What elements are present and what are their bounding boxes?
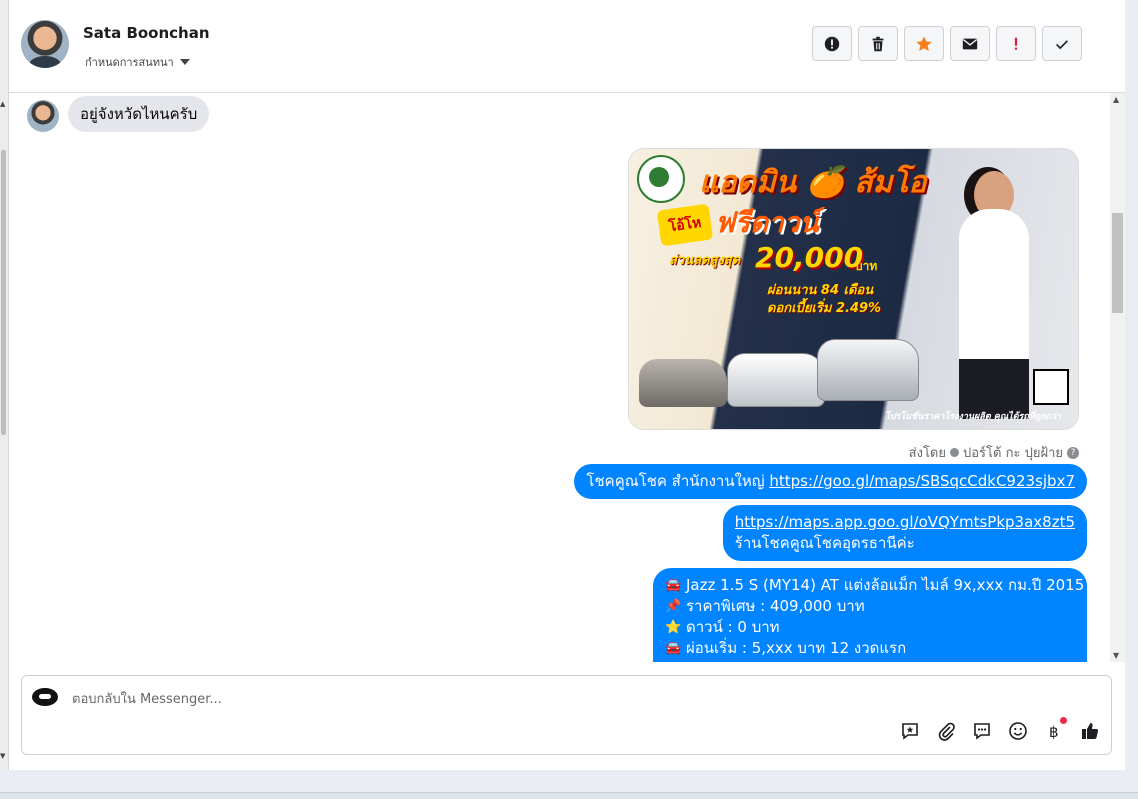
scroll-down-arrow-icon[interactable]: ▼	[1113, 651, 1119, 660]
car-detail-text: ดาวน์ : 0 บาท	[686, 618, 780, 636]
car-icon: 🚘	[665, 578, 682, 593]
car-detail-line: ⭐ ดาวน์ : 0 บาท	[665, 617, 1075, 638]
scroll-up-arrow-icon[interactable]: ▲	[1113, 95, 1119, 104]
like-button[interactable]	[1079, 720, 1101, 742]
star-emoji-icon: ⭐	[665, 620, 682, 635]
saved-reply-button[interactable]	[899, 720, 921, 742]
notification-dot	[1060, 717, 1067, 724]
message-text: ร้านโชคคูณโชคอุดรธานีค่ะ	[734, 534, 915, 552]
thread-scrollbar-thumb[interactable]	[1112, 213, 1123, 313]
alert-circle-icon	[824, 36, 840, 51]
mark-unread-button[interactable]	[950, 26, 990, 61]
promo-car-white-pickup	[727, 353, 825, 407]
emoji-button[interactable]	[1007, 720, 1029, 742]
svg-text:฿: ฿	[1049, 723, 1059, 741]
outgoing-car-details-bubble[interactable]: 🚘 Jazz 1.5 S (MY14) AT แต่งล้อแม็ก ไมล์ 9…	[653, 568, 1087, 662]
message-link[interactable]: https://maps.app.goo.gl/oVQYmtsPkp3ax8zt…	[735, 513, 1075, 531]
car-icon: 🚘	[665, 641, 682, 656]
quick-reply-button[interactable]	[971, 720, 993, 742]
delete-button[interactable]	[858, 26, 898, 61]
outgoing-message-bubble[interactable]: https://maps.app.goo.gl/oVQYmtsPkp3ax8zt…	[722, 505, 1087, 561]
car-detail-text: ราคาพิเศษ : 409,000 บาท	[686, 597, 865, 615]
page-avatar	[32, 688, 58, 706]
composer-actions: ฿	[899, 717, 1101, 742]
car-detail-text: Jazz 1.5 S (MY14) AT แต่งล้อแม็ก ไมล์ 9x…	[686, 576, 1085, 594]
reply-input[interactable]	[70, 686, 774, 712]
mark-done-button[interactable]	[1042, 26, 1082, 61]
promo-car-silver	[639, 359, 727, 407]
pushpin-icon: 📌	[665, 599, 682, 614]
promo-badge: โอ้โห	[656, 203, 714, 247]
car-detail-text: ผ่อนเริ่ม : 5,xxx บาท 12 งวดแรก	[686, 639, 907, 657]
help-icon[interactable]: ?	[1067, 446, 1079, 459]
baht-icon: ฿	[1049, 723, 1059, 741]
sent-by-prefix: ส่งโดย	[908, 446, 946, 461]
trash-icon	[872, 36, 884, 51]
chat-bubble-icon	[974, 723, 990, 740]
car-detail-line: 🚘 ผ่อนเริ่ม : 5,xxx บาท 12 งวดแรก	[665, 638, 1075, 659]
envelope-icon	[962, 38, 978, 49]
reply-composer: ฿	[21, 675, 1112, 755]
saved-reply-icon	[902, 723, 918, 740]
incoming-message-bubble[interactable]: อยู่จังหวัดไหนครับ	[68, 96, 210, 132]
customer-message-avatar	[27, 100, 59, 132]
sent-by-label: ส่งโดย ปอร์โต้ กะ ปุยฝ้าย ?	[909, 442, 1079, 463]
outgoing-message-bubble[interactable]: โชคคูณโชค สำนักงานใหญ่ https://goo.gl/ma…	[574, 464, 1087, 499]
dealer-logo	[637, 155, 685, 203]
assign-label: กำหนดการสนทนา	[85, 56, 174, 69]
spam-button[interactable]	[812, 26, 852, 61]
customer-name[interactable]: Sata Boonchan	[83, 24, 210, 42]
promo-amount: 20,000	[755, 241, 864, 274]
star-icon	[916, 35, 932, 51]
qr-code-icon	[1033, 369, 1069, 405]
message-thread[interactable]: อยู่จังหวัดไหนครับ แอดมิน 🍊 ส้มโอ โอ้โห …	[9, 93, 1109, 662]
promo-footer: โปรโมชั่นราคาโรงงานผลิต คุณได้รถที่ถูกกว…	[885, 412, 1062, 422]
car-detail-line: 📌 ราคาพิเศษ : 409,000 บาท	[665, 596, 1075, 617]
emoji-icon	[1009, 722, 1027, 740]
conversation-panel: Sata Boonchan กำหนดการสนทนา อยู่จังหวัดไ…	[9, 0, 1125, 770]
thread-scrollbar[interactable]: ▲ ▼	[1110, 93, 1125, 662]
promo-model-body	[959, 209, 1029, 369]
caret-down-icon	[179, 59, 190, 65]
check-icon	[1056, 39, 1068, 49]
message-text: โชคคูณโชค สำนักงานใหญ่	[586, 472, 770, 490]
attach-button[interactable]	[935, 720, 957, 742]
paperclip-icon	[938, 722, 955, 741]
star-button[interactable]	[904, 26, 944, 61]
sent-by-agent: ปอร์โต้ กะ ปุยฝ้าย	[963, 446, 1063, 461]
agent-icon	[950, 448, 959, 457]
page-scrollbar[interactable]: ▲ ▼	[0, 0, 9, 770]
follow-up-button[interactable]	[996, 26, 1036, 61]
promo-title: แอดมิน 🍊 ส้มโอ	[699, 165, 927, 200]
scroll-up-arrow-icon[interactable]: ▲	[0, 100, 5, 108]
promo-car-cargo-pickup	[817, 339, 919, 401]
customer-avatar[interactable]	[21, 20, 69, 68]
conversation-toolbar	[812, 26, 1082, 61]
promo-image-attachment[interactable]: แอดมิน 🍊 ส้มโอ โอ้โห ฟรีดาวน์ ส่วนลดสูงส…	[628, 148, 1079, 430]
page-scrollbar-thumb[interactable]	[1, 150, 6, 435]
payment-button[interactable]: ฿	[1043, 717, 1067, 742]
thumbs-up-icon	[1082, 723, 1099, 739]
message-link[interactable]: https://goo.gl/maps/SBSqcCdkC923sjbx7	[769, 472, 1075, 490]
conversation-header: Sata Boonchan กำหนดการสนทนา	[9, 0, 1125, 93]
exclamation-icon	[1014, 37, 1018, 50]
scroll-down-arrow-icon[interactable]: ▼	[0, 752, 5, 760]
car-detail-line: 🚘 Jazz 1.5 S (MY14) AT แต่งล้อแม็ก ไมล์ 9…	[665, 575, 1084, 596]
promo-amount-unit: บาท	[855, 259, 878, 273]
promo-discount-label: ส่วนลดสูงสุด	[669, 253, 741, 268]
promo-rate: ดอกเบี้ยเริ่ม 2.49%	[767, 301, 882, 316]
promo-headline: ฟรีดาวน์	[715, 206, 819, 239]
assign-conversation-dropdown[interactable]: กำหนดการสนทนา	[85, 53, 190, 71]
